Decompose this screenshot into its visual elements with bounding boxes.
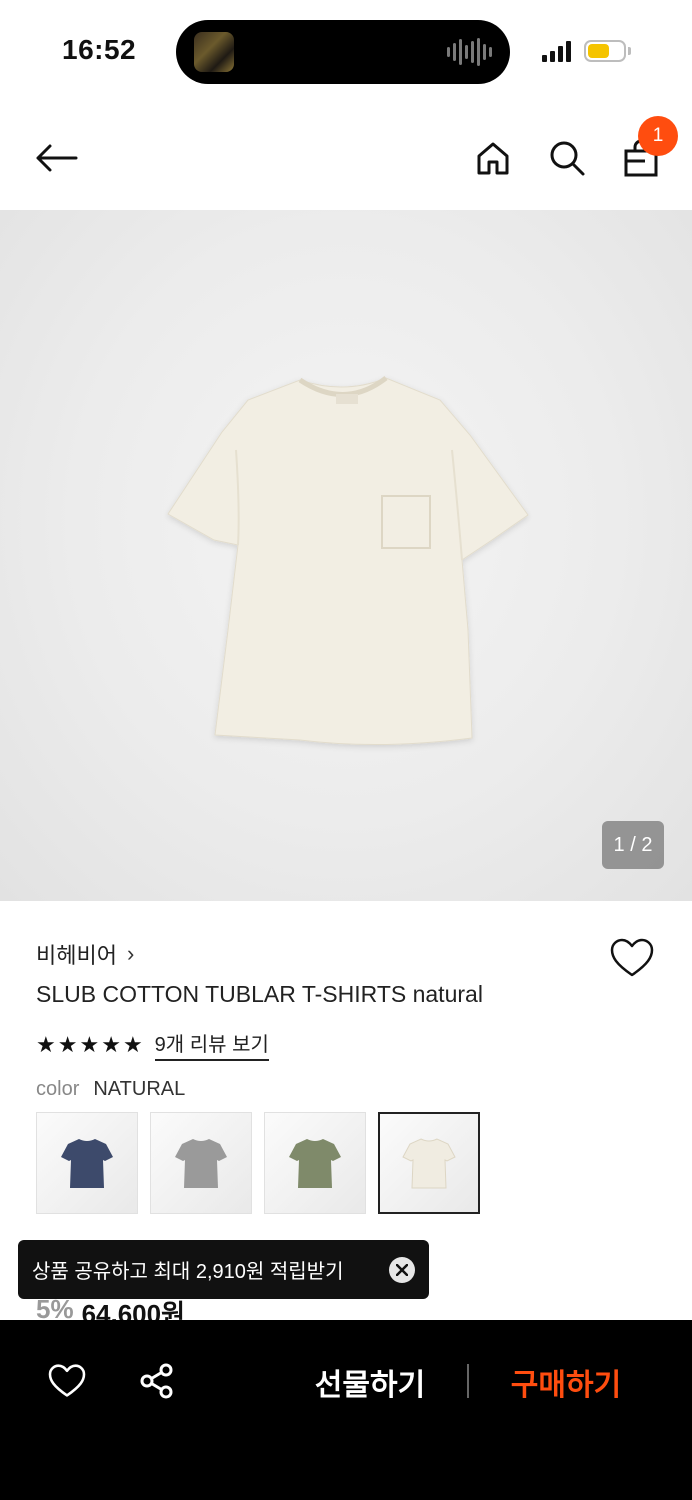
tshirt-icon [175,1139,227,1188]
now-playing-artwork [194,32,234,72]
back-button[interactable] [30,134,82,182]
wishlist-button[interactable] [608,934,656,982]
tshirt-icon [402,1138,456,1189]
status-bar: 16:52 [0,0,692,100]
back-arrow-icon [36,144,78,172]
selected-color-value: NATURAL [93,1078,186,1100]
buy-button[interactable]: 구매하기 [496,1358,636,1406]
chevron-right-icon: › [126,941,135,966]
share-icon [140,1363,173,1399]
status-time: 16:52 [62,34,137,65]
tshirt-product-photo [167,376,529,746]
rating-row: ★ ★ ★ ★ ★ 9개 리뷰 보기 [36,1028,269,1061]
color-option-label: color NATURAL [36,1078,185,1101]
heart-icon [610,938,654,977]
swatch-navy[interactable] [36,1112,138,1214]
tshirt-icon [289,1139,341,1188]
rating-stars: ★ ★ ★ ★ ★ [36,1031,143,1057]
product-title: SLUB COTTON TUBLAR T-SHIRTS natural [36,981,483,1007]
star-icon: ★ [101,1031,121,1057]
brand-link[interactable]: 비헤비어 › [36,938,134,970]
battery-icon [584,40,626,62]
swatch-olive[interactable] [264,1112,366,1214]
swatch-gray[interactable] [150,1112,252,1214]
search-button[interactable] [544,134,590,182]
heart-icon [48,1364,86,1397]
cellular-signal-icon [542,40,571,62]
gift-button[interactable]: 선물하기 [300,1358,440,1406]
brand-name: 비헤비어 [36,943,117,968]
home-button[interactable] [470,134,516,182]
color-swatches [36,1112,480,1214]
audio-waveform-icon [447,38,492,66]
swatch-natural[interactable] [378,1112,480,1214]
top-nav [0,110,692,206]
star-icon: ★ [57,1031,78,1057]
dynamic-island[interactable] [176,20,510,84]
image-page-indicator: 1 / 2 [602,821,664,869]
share-button[interactable] [134,1360,180,1402]
toast-message: 상품 공유하고 최대 2,910원 적립받기 [32,1261,344,1283]
star-icon: ★ [122,1031,143,1057]
color-label: color [36,1078,80,1100]
star-icon: ★ [79,1031,100,1057]
cart-count-badge: 1 [638,116,678,156]
like-button[interactable] [44,1360,90,1402]
home-icon [477,142,509,175]
star-icon: ★ [36,1031,56,1057]
bottom-action-bar: 선물하기 구매하기 [0,1320,692,1500]
share-reward-toast[interactable]: 상품 공유하고 최대 2,910원 적립받기 [18,1240,429,1299]
tshirt-icon [61,1139,113,1188]
search-icon [550,141,585,176]
view-reviews-link[interactable]: 9개 리뷰 보기 [154,1028,269,1061]
close-icon[interactable] [389,1256,415,1283]
battery-cap [628,47,631,55]
action-divider [467,1364,469,1398]
product-image-carousel[interactable] [0,210,692,901]
